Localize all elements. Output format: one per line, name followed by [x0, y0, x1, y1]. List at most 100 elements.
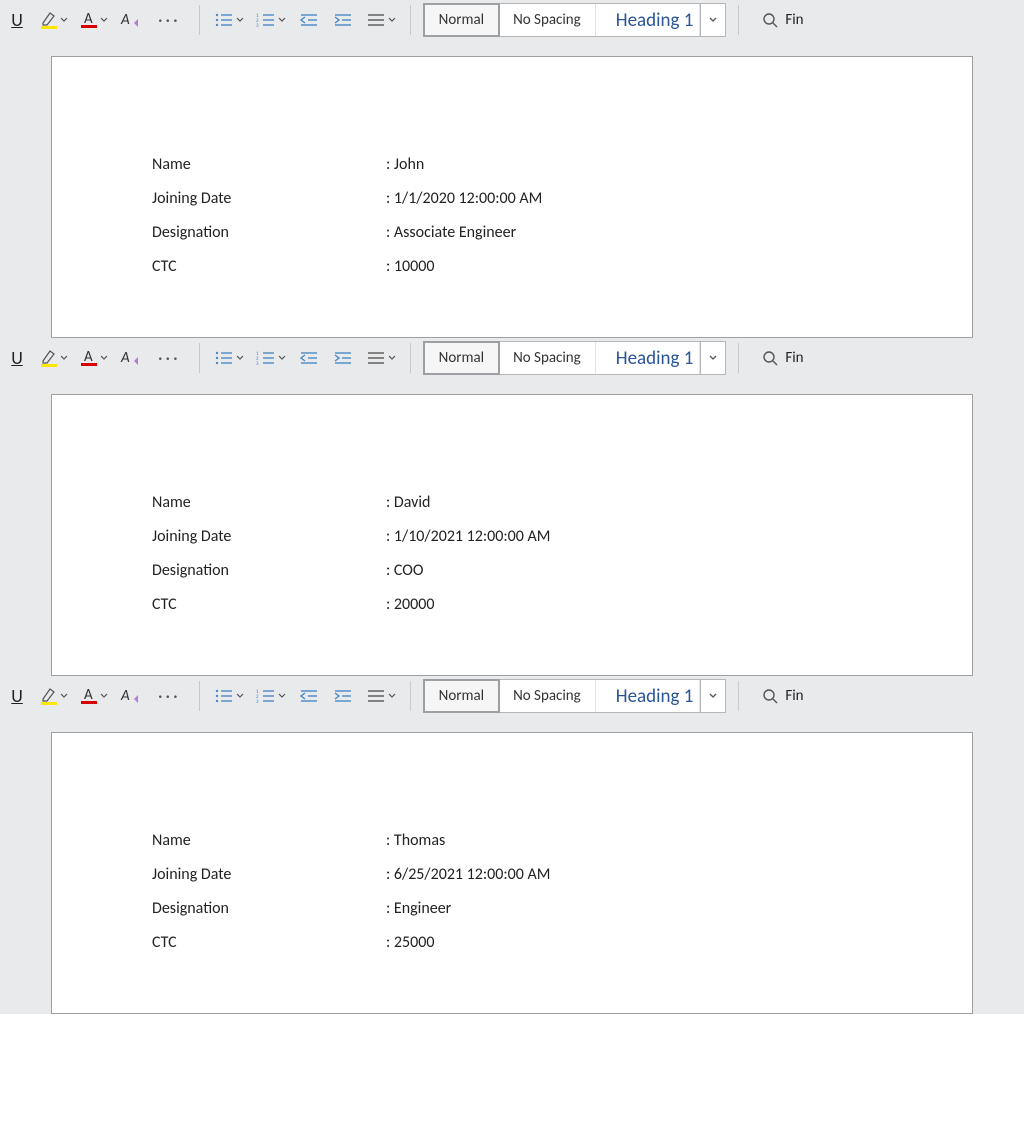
value-ctc: 25000	[386, 935, 434, 951]
chevron-down-icon	[388, 354, 396, 362]
align-icon	[366, 688, 386, 704]
align-button[interactable]	[364, 345, 398, 371]
value-name: Thomas	[386, 833, 445, 849]
font-color-button[interactable]: A	[78, 683, 110, 709]
find-group: Fin	[751, 349, 803, 367]
highlight-color-button[interactable]	[38, 7, 70, 33]
numbering-icon: 1 2 3	[256, 688, 276, 704]
value-joining-date: 6/25/2021 12:00:00 AM	[386, 867, 550, 883]
underline-button[interactable]: U	[4, 683, 30, 709]
find-label[interactable]: Fin	[785, 687, 803, 705]
document-page[interactable]: Name John Joining Date 1/1/2020 12:00:00…	[51, 56, 973, 338]
chevron-down-icon	[236, 692, 244, 700]
numbering-icon: 1 2 3	[256, 12, 276, 28]
bullets-button[interactable]	[212, 683, 246, 709]
highlight-color-button[interactable]	[38, 683, 70, 709]
bullets-icon	[214, 12, 234, 28]
bullets-button[interactable]	[212, 7, 246, 33]
label-ctc: CTC	[152, 935, 386, 951]
more-format-button[interactable]: ···	[152, 345, 187, 371]
text-effects-button[interactable]: A	[118, 7, 144, 33]
page-area: Name David Joining Date 1/10/2021 12:00:…	[0, 378, 1024, 676]
search-icon	[761, 349, 779, 367]
separator	[410, 681, 411, 711]
font-color-icon: A	[80, 686, 98, 706]
style-heading1[interactable]: Heading 1	[596, 680, 701, 712]
font-color-icon: A	[80, 348, 98, 368]
document-body: Name John Joining Date 1/1/2020 12:00:00…	[52, 57, 972, 275]
decrease-indent-button[interactable]	[296, 683, 322, 709]
chevron-down-icon	[278, 692, 286, 700]
increase-indent-icon	[333, 688, 353, 704]
value-designation: Engineer	[386, 901, 451, 917]
toolbar: U A A	[0, 0, 1024, 40]
highlight-color-button[interactable]	[38, 345, 70, 371]
field-designation: Designation Associate Engineer	[152, 225, 922, 241]
styles-gallery: Normal No Spacing Heading 1	[423, 3, 727, 37]
ellipsis-icon: ···	[154, 685, 185, 707]
text-effects-button[interactable]: A	[118, 345, 144, 371]
increase-indent-button[interactable]	[330, 345, 356, 371]
chevron-down-icon	[388, 16, 396, 24]
underline-button[interactable]: U	[4, 345, 30, 371]
separator	[410, 343, 411, 373]
chevron-down-icon	[100, 16, 108, 24]
style-no-spacing[interactable]: No Spacing	[499, 342, 596, 374]
underline-button[interactable]: U	[4, 7, 30, 33]
font-color-button[interactable]: A	[78, 345, 110, 371]
style-heading1[interactable]: Heading 1	[596, 342, 701, 374]
editor-panel: U A A	[0, 338, 1024, 676]
label-designation: Designation	[152, 563, 386, 579]
label-name: Name	[152, 833, 386, 849]
decrease-indent-button[interactable]	[296, 345, 322, 371]
chevron-down-icon	[708, 15, 718, 25]
search-icon	[761, 11, 779, 29]
document-page[interactable]: Name David Joining Date 1/10/2021 12:00:…	[51, 394, 973, 676]
find-label[interactable]: Fin	[785, 11, 803, 29]
styles-more-button[interactable]	[700, 342, 725, 374]
align-button[interactable]	[364, 683, 398, 709]
svg-text:A: A	[120, 349, 130, 367]
document-body: Name Thomas Joining Date 6/25/2021 12:00…	[52, 733, 972, 951]
styles-more-button[interactable]	[700, 4, 725, 36]
document-page[interactable]: Name Thomas Joining Date 6/25/2021 12:00…	[51, 732, 973, 1014]
chevron-down-icon	[236, 16, 244, 24]
font-color-button[interactable]: A	[78, 7, 110, 33]
style-normal[interactable]: Normal	[423, 679, 500, 713]
increase-indent-button[interactable]	[330, 683, 356, 709]
value-ctc: 10000	[386, 259, 434, 275]
font-color-icon: A	[80, 10, 98, 30]
style-normal[interactable]: Normal	[423, 3, 500, 37]
increase-indent-button[interactable]	[330, 7, 356, 33]
styles-more-button[interactable]	[700, 680, 725, 712]
decrease-indent-button[interactable]	[296, 7, 322, 33]
numbering-button[interactable]: 1 2 3	[254, 7, 288, 33]
svg-text:3: 3	[256, 23, 259, 28]
text-effects-button[interactable]: A	[118, 683, 144, 709]
label-name: Name	[152, 157, 386, 173]
bullets-icon	[214, 688, 234, 704]
bullets-button[interactable]	[212, 345, 246, 371]
style-heading1[interactable]: Heading 1	[596, 4, 701, 36]
styles-gallery: Normal No Spacing Heading 1	[423, 679, 727, 713]
text-effects-icon: A	[120, 348, 142, 368]
find-label[interactable]: Fin	[785, 349, 803, 367]
more-format-button[interactable]: ···	[152, 683, 187, 709]
chevron-down-icon	[388, 692, 396, 700]
more-format-button[interactable]: ···	[152, 7, 187, 33]
separator	[199, 5, 200, 35]
style-normal[interactable]: Normal	[423, 341, 500, 375]
chevron-down-icon	[60, 354, 68, 362]
highlight-icon	[40, 686, 58, 706]
numbering-button[interactable]: 1 2 3	[254, 345, 288, 371]
decrease-indent-icon	[299, 350, 319, 366]
style-no-spacing[interactable]: No Spacing	[499, 4, 596, 36]
align-button[interactable]	[364, 7, 398, 33]
label-joining-date: Joining Date	[152, 191, 386, 207]
style-no-spacing[interactable]: No Spacing	[499, 680, 596, 712]
decrease-indent-icon	[299, 688, 319, 704]
numbering-button[interactable]: 1 2 3	[254, 683, 288, 709]
chevron-down-icon	[278, 354, 286, 362]
label-designation: Designation	[152, 901, 386, 917]
highlight-icon	[40, 10, 58, 30]
